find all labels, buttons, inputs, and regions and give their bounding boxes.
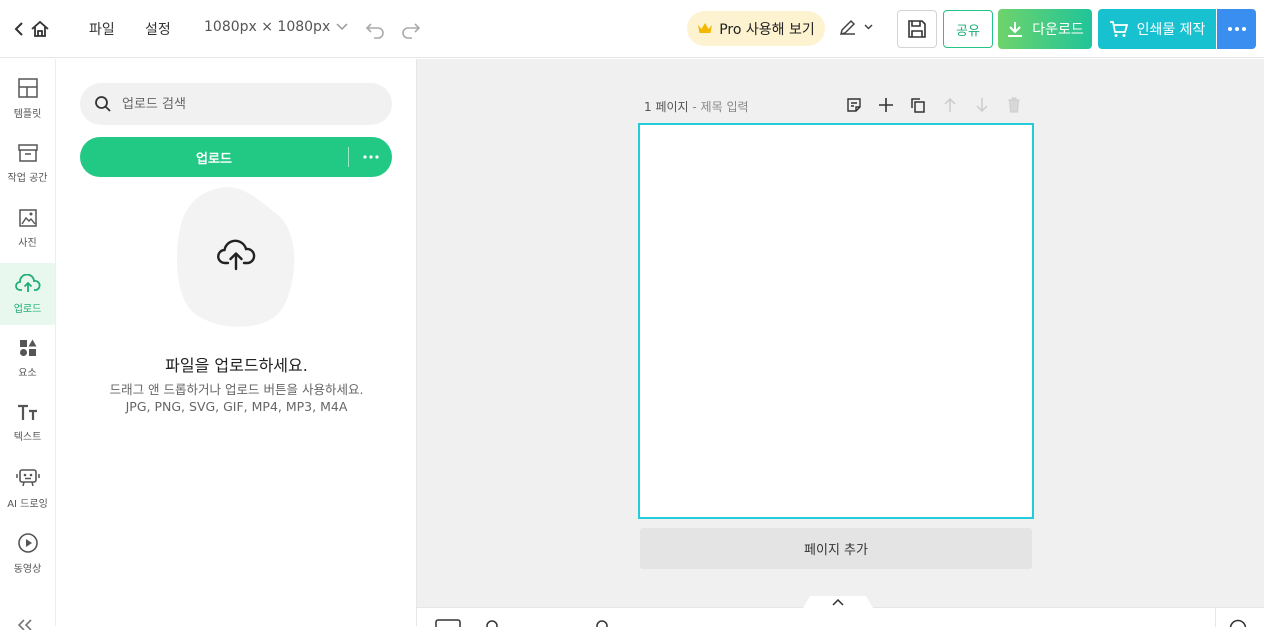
- canvas-size-label: 1080px × 1080px: [204, 19, 331, 35]
- nav-item-upload[interactable]: 업로드: [0, 263, 55, 325]
- nav-label: 요소: [18, 367, 37, 379]
- upload-instructions: 드래그 앤 드롭하거나 업로드 버튼을 사용하세요.: [109, 382, 364, 397]
- nav-label: 작업 공간: [7, 172, 48, 184]
- upload-heading: 파일을 업로드하세요.: [165, 356, 308, 375]
- save-icon: [908, 20, 926, 38]
- nav-item-photos[interactable]: 사진: [0, 197, 55, 259]
- delete-page-button[interactable]: [1005, 96, 1023, 114]
- design-canvas-page[interactable]: [638, 123, 1034, 519]
- nav-item-templates[interactable]: 템플릿: [0, 67, 55, 129]
- upload-search-input[interactable]: [122, 96, 372, 112]
- download-label: 다운로드: [1032, 22, 1084, 38]
- nav-item-text[interactable]: 텍스트: [0, 392, 55, 454]
- upload-description: 드래그 앤 드롭하거나 업로드 버튼을 사용하세요. JPG, PNG, SVG…: [56, 381, 417, 415]
- collapse-rail-button[interactable]: [16, 615, 34, 634]
- expand-pages-button[interactable]: [803, 596, 873, 608]
- search-icon: [95, 96, 111, 112]
- pen-tool-dropdown[interactable]: [838, 17, 873, 37]
- divider: [348, 147, 349, 167]
- nav-label: 텍스트: [13, 431, 42, 443]
- upload-button[interactable]: 업로드: [80, 137, 392, 177]
- nav-item-elements[interactable]: 요소: [0, 327, 55, 389]
- upload-panel: 업로드 파일을 업로드하세요. 드래그 앤 드롭하거나 업로드 버튼을 사용하세…: [56, 59, 417, 626]
- upload-search-box[interactable]: [80, 83, 392, 125]
- share-button[interactable]: 공유: [943, 10, 993, 48]
- canvas-size-dropdown[interactable]: 1080px × 1080px: [204, 19, 348, 35]
- cloud-upload-icon: [217, 239, 256, 271]
- play-icon: [17, 532, 38, 553]
- undo-button[interactable]: [364, 18, 386, 40]
- trash-icon: [1008, 97, 1020, 113]
- double-chevron-left-icon: [17, 619, 32, 631]
- page-notes-button[interactable]: [845, 96, 863, 114]
- pen-icon: [839, 19, 856, 36]
- download-icon: [1008, 22, 1023, 37]
- nav-label: AI 드로잉: [7, 498, 48, 510]
- bottom-toolbar: [417, 596, 1264, 627]
- file-menu[interactable]: 파일: [89, 19, 115, 39]
- undo-icon: [365, 23, 384, 39]
- home-button[interactable]: [14, 17, 54, 41]
- text-icon: [17, 404, 37, 420]
- nav-item-workspace[interactable]: 작업 공간: [0, 132, 55, 194]
- download-button[interactable]: 다운로드: [998, 9, 1092, 49]
- duplicate-page-button[interactable]: [909, 96, 927, 114]
- note-icon: [847, 98, 861, 112]
- more-dots-icon: [363, 155, 379, 159]
- upload-illustration: [176, 185, 296, 329]
- redo-icon: [402, 23, 421, 39]
- layout-icon: [17, 77, 38, 98]
- nav-label: 사진: [18, 237, 37, 249]
- left-nav-rail: 템플릿 작업 공간 사진 업로드 요소 텍스트 AI 드로잉 동영상: [0, 59, 56, 631]
- page-header: 1 페이지 - 제목 입력: [644, 98, 749, 115]
- nav-item-video[interactable]: 동영상: [0, 522, 55, 584]
- add-page-bar-button[interactable]: 페이지 추가: [640, 528, 1032, 569]
- nav-item-ai-drawing[interactable]: AI 드로잉: [0, 457, 55, 519]
- pro-trial-button[interactable]: Pro 사용해 보기: [687, 11, 825, 46]
- redo-button[interactable]: [400, 18, 422, 40]
- home-icon: [31, 20, 49, 37]
- archive-icon: [17, 143, 38, 162]
- upload-button-label: 업로드: [196, 152, 232, 167]
- arrow-up-icon: [944, 97, 956, 112]
- copy-icon: [911, 98, 925, 113]
- plus-icon: [879, 98, 893, 112]
- shapes-icon: [19, 339, 36, 356]
- move-page-down-button[interactable]: [973, 96, 991, 114]
- chevron-left-icon: [14, 22, 23, 36]
- page-number: 1 페이지: [644, 100, 689, 114]
- save-button[interactable]: [897, 10, 937, 48]
- pro-trial-label: Pro 사용해 보기: [719, 21, 815, 38]
- move-page-up-button[interactable]: [941, 96, 959, 114]
- top-toolbar: 파일 설정 1080px × 1080px Pro 사용해 보기 공유 다운로드…: [0, 0, 1264, 58]
- nav-label: 업로드: [13, 303, 42, 315]
- robot-icon: [15, 468, 40, 486]
- cloud-upload-icon: [14, 273, 40, 292]
- image-icon: [18, 208, 37, 227]
- print-order-button[interactable]: 인쇄물 제작: [1098, 9, 1216, 49]
- crown-icon: [698, 23, 713, 33]
- print-order-label: 인쇄물 제작: [1136, 22, 1206, 38]
- nav-label: 동영상: [13, 563, 42, 575]
- settings-menu[interactable]: 설정: [145, 19, 171, 39]
- cart-icon: [1109, 21, 1128, 37]
- arrow-down-icon: [976, 98, 988, 113]
- more-dots-icon: [1227, 27, 1246, 31]
- nav-label: 템플릿: [13, 108, 42, 120]
- chevron-up-icon: [832, 598, 844, 606]
- canvas-area: 1 페이지 - 제목 입력 페이지 추가: [417, 59, 1264, 607]
- supported-formats: JPG, PNG, SVG, GIF, MP4, MP3, M4A: [125, 399, 348, 414]
- page-title-input[interactable]: - 제목 입력: [692, 100, 748, 114]
- add-page-button[interactable]: [877, 96, 895, 114]
- chevron-down-icon: [336, 23, 348, 31]
- more-options-button[interactable]: [1217, 9, 1256, 49]
- page-toolbar: [845, 96, 1023, 114]
- upload-options-button[interactable]: [350, 137, 392, 177]
- divider: [1215, 608, 1216, 627]
- chevron-down-icon: [864, 24, 873, 30]
